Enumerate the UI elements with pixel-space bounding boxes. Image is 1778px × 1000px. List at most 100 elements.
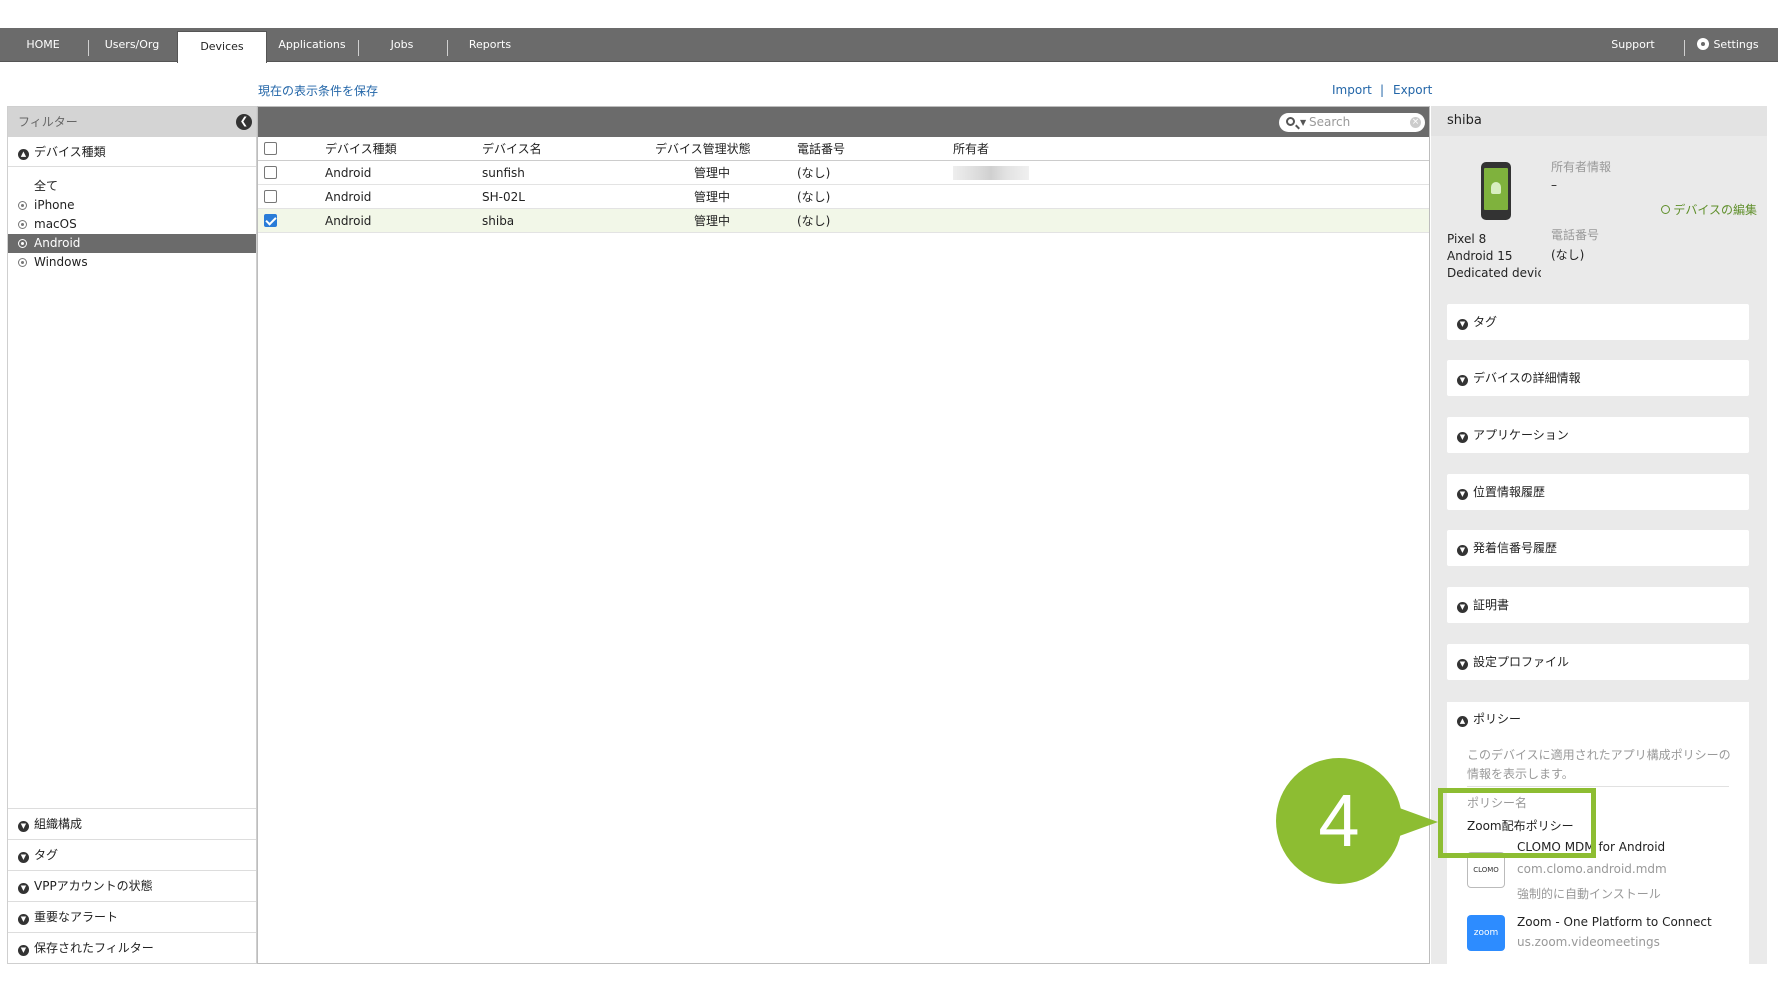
table-row[interactable]: Android SH-02L 管理中 (なし) <box>258 185 1429 209</box>
section-label: 位置情報履歴 <box>1473 485 1546 499</box>
app-name: Zoom - One Platform to Connect <box>1517 915 1712 929</box>
radio-icon <box>18 201 27 210</box>
android-phone-icon <box>1481 162 1511 220</box>
chevron-down-icon: ▼ <box>1457 545 1468 556</box>
nav-users-org[interactable]: Users/Org <box>96 28 168 62</box>
row-checkbox[interactable] <box>264 166 277 179</box>
filter-section-saved[interactable]: ▼ 保存されたフィルター <box>8 932 256 963</box>
table-header: デバイス種類 デバイス名 デバイス管理状態 電話番号 所有者 <box>258 137 1429 161</box>
top-navigation: HOME Users/Org Devices Applications Jobs… <box>0 28 1778 63</box>
column-header-type[interactable]: デバイス種類 <box>325 137 397 161</box>
column-header-owner[interactable]: 所有者 <box>953 137 989 161</box>
chevron-up-icon: ▲ <box>1457 716 1468 727</box>
row-checkbox[interactable] <box>264 214 277 227</box>
filter-item-macos[interactable]: macOS <box>8 215 256 234</box>
column-header-name[interactable]: デバイス名 <box>482 137 542 161</box>
cell-name: SH-02L <box>482 190 525 204</box>
policy-section-header[interactable]: ▲ ポリシー <box>1447 702 1749 736</box>
filter-bottom-sections: ▼ 組織構成 ▼ タグ ▼ VPPアカウントの状態 ▼ 重要なアラート ▼ 保存されたフィ… <box>8 808 256 963</box>
filter-item-label: macOS <box>34 217 77 231</box>
section-tag[interactable]: ▼ タグ <box>1447 304 1749 340</box>
filter-section-label: 組織構成 <box>34 817 83 831</box>
section-applications[interactable]: ▼ アプリケーション <box>1447 417 1749 453</box>
cell-phone: (なし) <box>797 166 831 180</box>
detail-title: shiba <box>1431 106 1767 136</box>
zoom-app-icon: zoom <box>1467 915 1505 951</box>
section-certificates[interactable]: ▼ 証明書 <box>1447 587 1749 623</box>
app-install-mode: 強制的に自動インストール <box>1517 887 1661 901</box>
filter-item-android[interactable]: Android <box>8 234 256 253</box>
filter-item-label: 全て <box>34 179 59 193</box>
edit-device-link[interactable]: デバイスの編集 <box>1661 201 1757 218</box>
divider <box>1467 786 1729 787</box>
device-os: Android 15 <box>1447 249 1513 263</box>
filter-section-org[interactable]: ▼ 組織構成 <box>8 808 256 839</box>
filter-section-label: デバイス種類 <box>34 145 106 159</box>
table-row[interactable]: Android shiba 管理中 (なし) <box>258 209 1429 233</box>
nav-support[interactable]: Support <box>1600 28 1666 62</box>
highlight-box <box>1438 788 1596 858</box>
cell-status: 管理中 <box>694 190 731 204</box>
chevron-down-icon: ▼ <box>18 852 29 863</box>
device-table-panel: ▼ Search × デバイス種類 デバイス名 デバイス管理状態 電話番号 所有… <box>257 106 1430 964</box>
owner-label: 所有者情報 <box>1551 160 1612 174</box>
filter-item-label: Windows <box>34 255 88 269</box>
cell-status: 管理中 <box>694 166 731 180</box>
filter-section-tag[interactable]: ▼ タグ <box>8 839 256 870</box>
cell-type: Android <box>325 166 372 180</box>
search-input[interactable]: ▼ Search × <box>1279 113 1425 132</box>
filter-item-windows[interactable]: Windows <box>8 253 256 272</box>
nav-jobs[interactable]: Jobs <box>376 28 428 62</box>
phone-value: (なし) <box>1551 248 1585 262</box>
filter-section-device-type[interactable]: ▲ デバイス種類 <box>8 137 256 167</box>
filter-section-vpp[interactable]: ▼ VPPアカウントの状態 <box>8 870 256 901</box>
filter-section-label: 保存されたフィルター <box>34 941 154 955</box>
column-header-phone[interactable]: 電話番号 <box>797 137 845 161</box>
radio-icon <box>18 258 27 267</box>
chevron-down-icon: ▼ <box>1457 375 1468 386</box>
cell-phone: (なし) <box>797 190 831 204</box>
save-view-link[interactable]: 現在の表示条件を保存 <box>258 82 378 99</box>
clear-icon[interactable]: × <box>1410 117 1421 128</box>
table-row[interactable]: Android sunfish 管理中 (なし) <box>258 161 1429 185</box>
nav-separator <box>1684 40 1685 56</box>
import-link[interactable]: Import <box>1332 83 1372 97</box>
collapse-left-icon[interactable]: ❮ <box>236 114 252 130</box>
phone-label: 電話番号 <box>1551 228 1600 242</box>
filter-section-alert[interactable]: ▼ 重要なアラート <box>8 901 256 932</box>
chevron-down-icon: ▼ <box>1457 602 1468 613</box>
filter-item-label: iPhone <box>34 198 75 212</box>
nav-settings[interactable]: Settings <box>1690 28 1766 62</box>
export-link[interactable]: Export <box>1393 83 1432 97</box>
owner-value: – <box>1551 178 1557 192</box>
filter-item-iphone[interactable]: iPhone <box>8 196 256 215</box>
nav-devices[interactable]: Devices <box>177 31 267 63</box>
filter-item-all[interactable]: 全て <box>8 177 256 196</box>
radio-icon <box>18 239 27 248</box>
section-device-details[interactable]: ▼ デバイスの詳細情報 <box>1447 360 1749 396</box>
nav-reports[interactable]: Reports <box>460 28 520 62</box>
column-header-status[interactable]: デバイス管理状態 <box>655 137 751 161</box>
device-model: Pixel 8 <box>1447 232 1487 246</box>
nav-applications[interactable]: Applications <box>272 28 352 62</box>
section-call-history[interactable]: ▼ 発着信番号履歴 <box>1447 530 1749 566</box>
gear-icon <box>1697 38 1710 50</box>
filter-section-label: 重要なアラート <box>34 910 119 924</box>
chevron-down-icon: ▼ <box>18 821 29 832</box>
select-all-checkbox[interactable] <box>264 142 277 155</box>
section-location-history[interactable]: ▼ 位置情報履歴 <box>1447 474 1749 510</box>
nav-settings-label: Settings <box>1713 38 1759 51</box>
nav-home[interactable]: HOME <box>14 28 72 62</box>
row-checkbox[interactable] <box>264 190 277 203</box>
cell-name: sunfish <box>482 166 525 180</box>
app-package: us.zoom.videomeetings <box>1517 935 1660 949</box>
section-config-profiles[interactable]: ▼ 設定プロファイル <box>1447 644 1749 680</box>
cell-name: shiba <box>482 214 515 228</box>
policy-description: このデバイスに適用されたアプリ構成ポリシーの情報を表示します。 <box>1467 748 1731 781</box>
cell-type: Android <box>325 214 372 228</box>
search-placeholder: Search <box>1309 115 1351 129</box>
chevron-up-icon: ▲ <box>18 149 29 160</box>
cell-status: 管理中 <box>694 214 731 228</box>
filter-item-label: Android <box>34 236 81 250</box>
owner-blurred <box>953 166 1029 180</box>
